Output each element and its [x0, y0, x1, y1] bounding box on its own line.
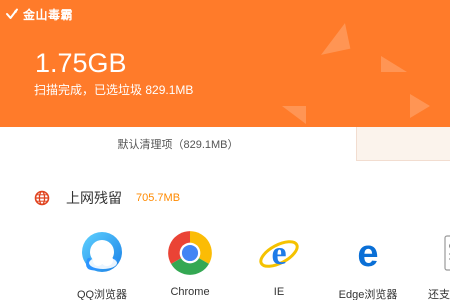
svg-text:e: e [357, 233, 378, 275]
section-web-residue[interactable]: 上网残留 705.7MB [34, 187, 180, 209]
tab-other[interactable] [356, 127, 450, 161]
tab-default-label: 默认清理项（829.1MB） [117, 139, 239, 151]
selected-size: 829.1MB [145, 83, 194, 97]
cleaner-window: 金山毒霸 1.75GB 扫描完成，已选垃圾 829.1MB 默认清理项（829.… [0, 0, 450, 300]
browser-label: Edge浏览器 [338, 289, 398, 300]
app-brand-label: 金山毒霸 [23, 7, 74, 22]
logo-icon [4, 6, 20, 22]
browser-label: QQ浏览器 [76, 289, 128, 300]
qq-browser-icon [79, 230, 125, 276]
browser-item-qq[interactable]: QQ浏览器 [62, 230, 142, 300]
browser-label: Chrome [170, 286, 210, 298]
globe-icon [34, 190, 50, 206]
chrome-icon [167, 230, 213, 276]
browser-item-ie[interactable]: e IE [239, 230, 319, 300]
ie-icon: e [256, 230, 302, 276]
browser-item-chrome[interactable]: Chrome [150, 230, 230, 300]
browser-label: 还支 [428, 289, 450, 300]
restore-icon [432, 230, 450, 276]
total-junk-size: 1.75GB [35, 48, 127, 78]
section-title: 上网残留 [66, 190, 122, 206]
decor-triangle [381, 56, 407, 72]
scan-status-text: 扫描完成，已选垃圾 [34, 83, 143, 97]
browser-label: IE [273, 286, 285, 298]
edge-icon: e [345, 230, 391, 276]
section-size: 705.7MB [136, 192, 181, 204]
app-brand: 金山毒霸 [4, 5, 73, 23]
decor-triangle [282, 106, 306, 124]
decor-triangle [410, 94, 430, 118]
decor-triangle [315, 23, 351, 55]
scan-status: 扫描完成，已选垃圾 829.1MB [34, 83, 193, 97]
svg-text:e: e [271, 235, 286, 272]
browser-item-edge[interactable]: e Edge浏览器 [328, 230, 408, 300]
scan-summary-header: 金山毒霸 1.75GB 扫描完成，已选垃圾 829.1MB [0, 0, 450, 127]
restore-item[interactable]: 还支 [410, 230, 450, 300]
tab-default-cleanup[interactable]: 默认清理项（829.1MB） [0, 127, 356, 161]
tab-strip: 默认清理项（829.1MB） [0, 127, 450, 161]
